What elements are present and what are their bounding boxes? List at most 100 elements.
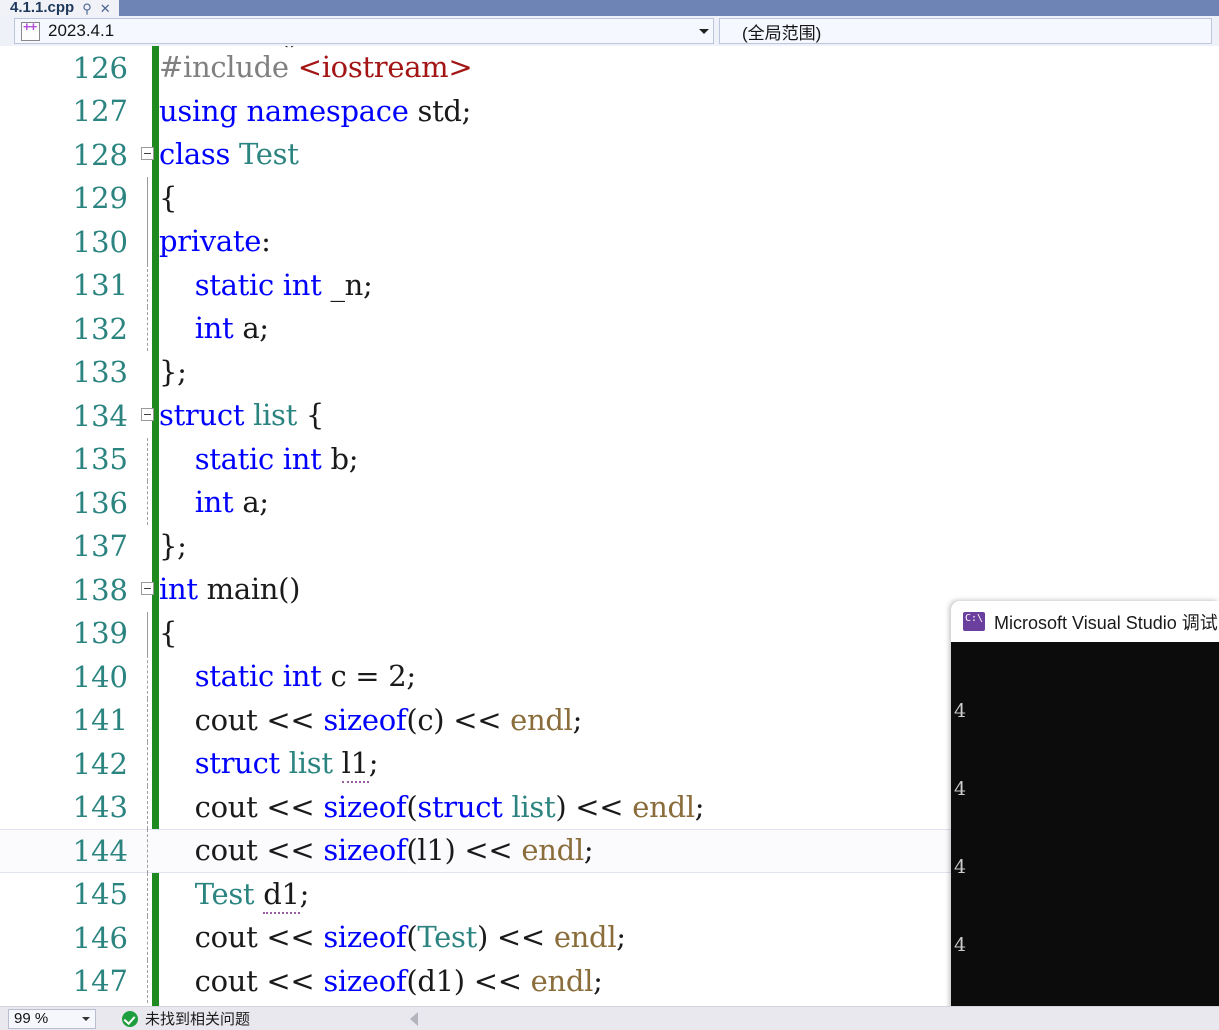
code-line[interactable]: 131 static int _n; [0,263,1219,308]
console-title-bar[interactable]: Microsoft Visual Studio 调试 [951,601,1219,642]
chevron-down-icon[interactable] [77,1010,95,1028]
indent-guide [147,872,148,917]
code-line-text: Test d1; [159,873,309,916]
code-line-text: cout << sizeof(d1) << endl; [159,960,603,1003]
code-line[interactable]: 130 private: [0,220,1219,264]
code-line-text: }; [159,525,187,568]
gutter-glyph [128,263,159,308]
code-token: a; [242,311,269,346]
pin-icon[interactable]: ⚲ [82,2,92,16]
code-line-text: cout << sizeof(struct list) << endl; [159,786,705,829]
code-line[interactable]: 136 int a; [0,481,1219,525]
debug-console-window[interactable]: Microsoft Visual Studio 调试 4 4 4 4 4 E:\… [951,601,1219,1030]
indent-guide [147,220,148,264]
triangle-left-icon[interactable] [410,1011,419,1026]
code-token: ; [368,746,379,781]
gutter-glyph [128,872,159,917]
console-title-text: Microsoft Visual Studio 调试 [994,612,1218,633]
gutter-glyph [128,394,159,437]
code-line-text: cout << sizeof(c) << endl; [159,699,583,742]
indent-guide [147,263,148,308]
code-token: <iostream> [297,50,473,85]
code-line[interactable]: 134 struct list { [0,394,1219,438]
console-output-line: 4 [954,778,967,800]
close-icon[interactable]: ✕ [100,2,111,16]
code-line[interactable]: 126 #include <iostream> [0,46,1219,90]
line-number: 128 [72,137,128,172]
code-token: c = [330,659,389,694]
code-token: int [194,311,243,346]
line-number: 147 [72,964,128,999]
line-number: 141 [72,703,128,738]
code-token: struct [159,398,254,433]
gutter-glyph [128,437,159,482]
code-token: std; [417,93,472,128]
code-line[interactable]: 132 int a; [0,307,1219,351]
gutter-glyph [128,481,159,525]
navigation-bar: 2023.4.1 (全局范围) [0,16,1219,46]
code-token: endl [521,833,584,868]
code-line-text: static int c = 2; [159,655,416,698]
console-output-line: 4 [954,934,967,956]
code-token: ) << [476,920,554,955]
code-token: (d1) << [406,963,531,998]
visual-studio-window: 4.1.1.cpp ⚲ ✕ 2023.4.1 (全局范围) int main()… [0,0,1219,1030]
code-token: (l1) << [406,833,522,868]
indent-guide [147,829,148,873]
chevron-down-icon[interactable] [695,19,713,43]
code-token: Test [194,876,255,911]
console-output-line: 4 [954,700,967,722]
console-output: 4 4 4 4 4 E:\小卢的代码仓库（卑微 按任意键关闭此窗口. . . [951,642,1219,1030]
status-bar: 99 % 未找到相关问题 [0,1006,1219,1030]
code-line[interactable]: 133}; [0,351,1219,395]
gutter-glyph [128,90,159,133]
line-number: 146 [72,920,128,955]
code-line-text: int a; [159,307,269,350]
collapse-outline-icon[interactable] [141,147,154,161]
code-line[interactable]: 129 { [0,176,1219,221]
member-scope-dropdown[interactable]: (全局范围) [719,18,1212,44]
code-token: endl [553,920,617,955]
gutter-glyph [128,176,159,221]
zoom-level-label: 99 % [14,1010,49,1027]
gutter-glyph [128,829,159,873]
code-token: }; [159,528,187,563]
code-token: #include [159,50,298,85]
zoom-level-dropdown[interactable]: 99 % [8,1008,96,1029]
collapse-outline-icon[interactable] [141,408,154,422]
line-number: 126 [72,50,128,85]
code-line[interactable]: 127 using namespace std; [0,90,1219,134]
indent-guide [147,481,148,525]
tab-4-1-1-cpp[interactable]: 4.1.1.cpp ⚲ ✕ [0,0,119,16]
code-token: list [288,746,333,781]
code-token: cout << [159,789,324,824]
gutter-glyph [128,916,159,960]
code-line[interactable]: 137}; [0,525,1219,569]
code-line-text: int a; [159,481,269,524]
project-scope-dropdown[interactable]: 2023.4.1 [14,18,714,44]
code-line[interactable]: 135 static int b; [0,437,1219,482]
line-number: 129 [72,181,128,216]
code-token: 2; [388,659,416,694]
code-token: ( [406,920,418,955]
code-line-text: struct list { [159,394,324,437]
code-token: endl [530,963,594,998]
code-line[interactable]: 128 class Test [0,133,1219,177]
code-token: ) << [555,789,633,824]
line-number: 134 [72,398,128,433]
collapse-outline-icon[interactable] [141,582,154,596]
indent-guide [147,698,148,743]
code-token: class [159,137,239,172]
gutter-glyph [128,698,159,743]
line-number: 144 [72,833,128,868]
code-token: static int [194,441,331,476]
code-token: using namespace [159,93,418,128]
console-output-line: 4 [954,856,967,878]
code-token: static int [194,659,331,694]
gutter-glyph [128,568,159,611]
editor-tab-strip: 4.1.1.cpp ⚲ ✕ [0,0,1219,16]
